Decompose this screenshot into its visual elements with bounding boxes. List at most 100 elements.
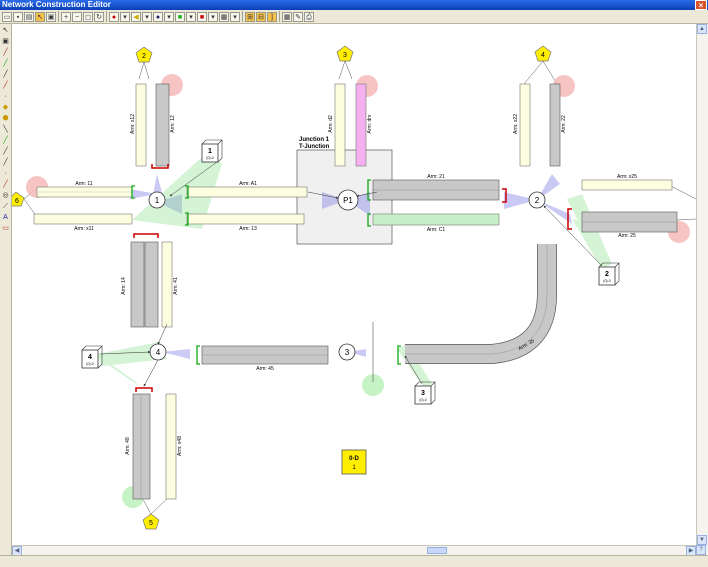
junction-tool-icon[interactable]: ◆ [1, 103, 10, 112]
open-icon[interactable]: ▭ [2, 11, 12, 22]
arm-tool-icon[interactable]: ╱ [1, 59, 10, 68]
save-icon[interactable]: ▪ [13, 11, 23, 22]
select-icon[interactable]: ↖ [35, 11, 45, 22]
signal-icon[interactable]: ● [109, 11, 119, 22]
junction-type: T-Junction [299, 144, 330, 150]
dropdown-arrow-icon[interactable]: ▾ [142, 11, 152, 22]
camera-tool-icon[interactable]: ◎ [1, 191, 10, 200]
signal-head-3[interactable]: 3 [336, 45, 354, 62]
pencil-icon[interactable]: ✎ [293, 11, 303, 22]
refresh-icon[interactable]: ↻ [94, 11, 104, 22]
arm-14[interactable]: Arm: 14 [121, 241, 159, 328]
node-1[interactable]: 1 [148, 191, 166, 209]
legend-title: 0-D [349, 456, 359, 462]
detector-tool-icon[interactable]: ╱ [1, 81, 10, 90]
table-icon[interactable]: ▦ [282, 11, 292, 22]
dropdown-arrow-icon[interactable]: ▾ [186, 11, 196, 22]
network-canvas[interactable]: 2 3 4 6 5 Junction 1 T-Junction Arm: 11 … [12, 24, 696, 545]
signal-head-2[interactable]: 2 [135, 46, 153, 63]
horizontal-scrollbar[interactable]: ◀ ▶ [12, 545, 696, 556]
signal-head-6[interactable]: 6 [12, 191, 25, 207]
zone-1[interactable]: 1 (0)-0 [201, 139, 223, 163]
bracket-icon[interactable]: ] [267, 11, 277, 22]
copy-icon[interactable]: ▣ [46, 11, 56, 22]
toolbar-separator [106, 11, 107, 22]
arm-x48[interactable]: Arm: x48 [165, 393, 183, 500]
node-p1-label: P1 [343, 196, 353, 205]
print-icon[interactable]: ▤ [24, 11, 34, 22]
scroll-thumb[interactable] [427, 547, 447, 554]
measure-tool-icon[interactable]: · [1, 169, 10, 178]
arm-x11[interactable]: Arm: x11 [33, 213, 133, 232]
zoom-in-icon[interactable]: + [61, 11, 71, 22]
arm-13[interactable]: Arm: 13 [186, 213, 305, 232]
path-tool-icon[interactable]: ╱ [1, 180, 10, 189]
arm-41[interactable]: Arm: 41 [161, 241, 179, 328]
arm-35[interactable]: Arm: 35 [405, 244, 557, 364]
signal-head-5[interactable]: 5 [142, 513, 160, 530]
signal-head-5-label: 5 [149, 520, 153, 527]
detector-icon[interactable]: ● [153, 11, 163, 22]
ruler-tool-icon[interactable]: ⟋ [1, 202, 10, 211]
arm-c1-label: Arm: C1 [427, 227, 446, 233]
zoom-out-icon[interactable]: − [72, 11, 82, 22]
grid-icon[interactable]: ▦ [219, 11, 229, 22]
controller-icon[interactable]: ■ [197, 11, 207, 22]
legend-box[interactable]: 0-D 1 [341, 449, 367, 475]
signal-tool-icon[interactable]: ⬢ [1, 114, 10, 123]
zone-tool-icon[interactable]: ╱ [1, 136, 10, 145]
arm-d2-label: Arm: d2 [328, 115, 334, 133]
arrow-left-icon[interactable]: ◀ [131, 11, 141, 22]
connector-tool-icon[interactable]: ╱ [1, 147, 10, 156]
arm-45[interactable]: Arm: 45 [201, 345, 329, 372]
status-bar [0, 555, 708, 567]
toolbar-separator [279, 11, 280, 22]
arm-x25[interactable]: Arm: x25 [581, 174, 673, 191]
arm-12[interactable]: Arm: 12 [155, 83, 176, 167]
marker-tool-icon[interactable]: ▭ [1, 224, 10, 233]
zoom-fit-icon[interactable]: ◻ [83, 11, 93, 22]
node-p1[interactable]: P1 [337, 189, 359, 211]
toolbar-separator [242, 11, 243, 22]
close-button[interactable]: × [695, 0, 707, 10]
bus-tool-icon[interactable]: ╱ [1, 158, 10, 167]
vertical-scrollbar[interactable]: ▲ ▼ [696, 24, 708, 555]
arm-48[interactable]: Arm: 48 [125, 393, 151, 500]
zone-1-sub: (0)-0 [206, 156, 213, 160]
arm-11[interactable]: Arm: 11 [36, 181, 133, 198]
node-icon[interactable]: ■ [175, 11, 185, 22]
arm-41-label: Arm: 41 [173, 277, 179, 295]
node-4[interactable]: 4 [149, 343, 167, 361]
dropdown-arrow-icon[interactable]: ▾ [230, 11, 240, 22]
signal-head-4[interactable]: 4 [534, 45, 552, 62]
help-button[interactable]: ? [696, 545, 706, 555]
network-diagram[interactable]: 2 3 4 6 5 Junction 1 T-Junction Arm: 11 … [12, 24, 696, 545]
zone-4-label: 4 [88, 354, 92, 361]
dropdown-arrow-icon[interactable]: ▾ [208, 11, 218, 22]
arm-12-label: Arm: 12 [170, 115, 176, 133]
signal-head-4-label: 4 [541, 52, 545, 59]
toolbar-separator [58, 11, 59, 22]
arm-x12[interactable]: Arm: x12 [130, 83, 147, 167]
arm-x22[interactable]: Arm: x22 [513, 83, 531, 167]
stopline-tool-icon[interactable]: · [1, 92, 10, 101]
signal-head-2-label: 2 [142, 53, 146, 60]
left-tool-palette: ↖ ▣ ╱ ╱ ╱ ╱ · ◆ ⬢ ╲ ╱ ╱ ╱ · ╱ ◎ ⟋ A ▭ [0, 24, 12, 555]
lane-tool-icon[interactable]: ╱ [1, 70, 10, 79]
scroll-up-button[interactable]: ▲ [697, 24, 707, 34]
link-tool-icon[interactable]: ╱ [1, 48, 10, 57]
export-icon[interactable]: ⎙ [304, 11, 314, 22]
node-2[interactable]: 2 [528, 191, 546, 209]
dropdown-arrow-icon[interactable]: ▾ [120, 11, 130, 22]
scroll-down-button[interactable]: ▼ [697, 535, 707, 545]
snap-icon[interactable]: ⊞ [245, 11, 255, 22]
arm-drv-label: Arm: drv [367, 114, 373, 133]
dropdown-arrow-icon[interactable]: ▾ [164, 11, 174, 22]
curve-tool-icon[interactable]: ╲ [1, 125, 10, 134]
arm-x22-label: Arm: x22 [513, 114, 519, 134]
node-tool-icon[interactable]: ▣ [1, 37, 10, 46]
pointer-tool-icon[interactable]: ↖ [1, 26, 10, 35]
node-4-label: 4 [156, 348, 161, 357]
text-tool-icon[interactable]: A [1, 213, 10, 222]
link-icon[interactable]: ⊟ [256, 11, 266, 22]
